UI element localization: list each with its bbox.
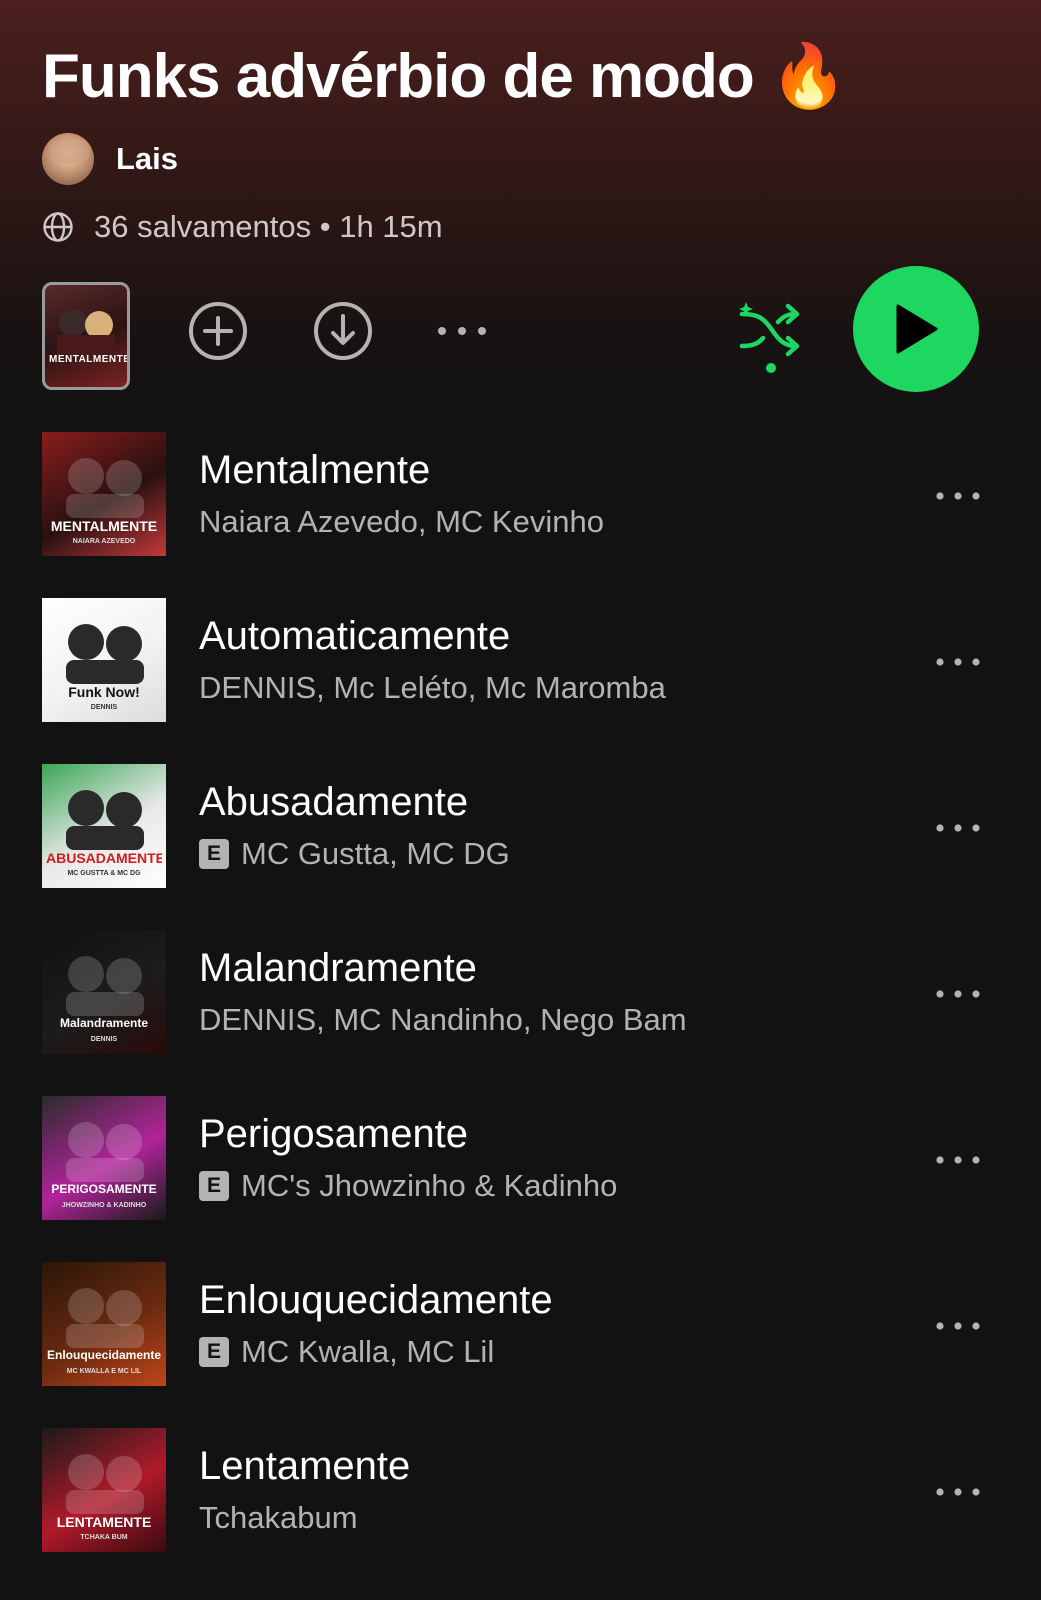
download-icon[interactable] [312, 300, 374, 362]
play-button[interactable] [853, 266, 979, 392]
track-title: Malandramente [199, 946, 477, 990]
track-more-icon[interactable] [930, 974, 986, 1014]
track-more-icon[interactable] [930, 1306, 986, 1346]
track-row[interactable]: LENTAMENTE TCHAKA BUM Lentamente Tchakabum [0, 1426, 1041, 1592]
fire-emoji-icon: 🔥 [770, 42, 847, 111]
track-title: Automaticamente [199, 614, 511, 658]
track-cover: MENTALMENTE NAIARA AZEVEDO [42, 432, 166, 556]
track-title: Abusadamente [199, 780, 469, 824]
preview-cover[interactable]: MENTALMENTE [42, 282, 130, 390]
track-cover-text: Malandramente [59, 1016, 149, 1030]
track-cover-text: PERIGOSAMENTE [51, 1182, 157, 1196]
preview-cover-text: MENTALMENTE [49, 354, 130, 365]
explicit-badge: E [199, 839, 229, 869]
track-cover: ABUSADAMENTE MC GUSTTA & MC DG [42, 764, 166, 888]
track-title: Enlouquecidamente [199, 1278, 553, 1322]
playlist-meta: 36 salvamentos • 1h 15m [42, 205, 443, 249]
playlist-title-text: Funks advérbio de modo [42, 42, 755, 111]
owner-row[interactable]: Lais [42, 132, 178, 186]
play-icon [896, 304, 938, 354]
track-title: Lentamente [199, 1444, 411, 1488]
track-artists: MC's Jhowzinho & Kadinho [241, 1168, 618, 1203]
track-row[interactable]: PERIGOSAMENTE JHOWZINHO & KADINHO Perigosa… [0, 1094, 1041, 1260]
track-cover: Malandramente DENNIS [42, 930, 166, 1054]
track-cover-subtext: NAIARA AZEVEDO [72, 538, 136, 545]
track-cover: Funk Now! DENNIS [42, 598, 166, 722]
track-more-icon[interactable] [930, 476, 986, 516]
avatar[interactable] [42, 133, 94, 185]
playlist-title: Funks advérbio de modo 🔥 [42, 40, 847, 113]
track-cover: Enlouquecidamente MC KWALLA E MC LIL [42, 1262, 166, 1386]
track-artists: Tchakabum [199, 1500, 358, 1535]
add-circle-icon[interactable] [187, 300, 249, 362]
preview-cover-art [57, 309, 115, 355]
action-bar: MENTALMENTE [0, 266, 1041, 400]
track-row[interactable]: MENTALMENTE NAIARA AZEVEDO Mentalmente Naia… [0, 430, 1041, 596]
playlist-meta-text: 36 salvamentos • 1h 15m [94, 209, 443, 244]
track-artists: DENNIS, Mc Leléto, Mc Maromba [199, 670, 666, 705]
explicit-badge: E [199, 1337, 229, 1367]
track-artists-row: DENNIS, MC Nandinho, Nego Bam [199, 1002, 687, 1038]
more-icon[interactable] [432, 300, 494, 362]
track-title: Mentalmente [199, 448, 431, 492]
track-artists: MC Gustta, MC DG [241, 836, 510, 871]
track-cover-text: Funk Now! [68, 684, 140, 700]
track-more-icon[interactable] [930, 808, 986, 848]
track-artists: DENNIS, MC Nandinho, Nego Bam [199, 1002, 687, 1037]
globe-icon [43, 212, 73, 242]
track-row[interactable]: Funk Now! DENNIS Automaticamente DENNIS, Mc… [0, 596, 1041, 762]
track-cover-subtext: JHOWZINHO & KADINHO [61, 1202, 147, 1209]
track-cover-subtext: MC GUSTTA & MC DG [67, 870, 141, 877]
track-artists: MC Kwalla, MC Lil [241, 1334, 495, 1369]
track-more-icon[interactable] [930, 642, 986, 682]
track-more-icon[interactable] [930, 1140, 986, 1180]
track-cover-subtext: TCHAKA BUM [80, 1534, 128, 1541]
track-row[interactable]: Malandramente DENNIS Malandramente DENNIS, … [0, 928, 1041, 1094]
track-row[interactable]: ABUSADAMENTE MC GUSTTA & MC DG Abusadament… [0, 762, 1041, 928]
track-row[interactable]: Enlouquecidamente MC KWALLA E MC LIL Enlou… [0, 1260, 1041, 1426]
shuffle-icon[interactable] [738, 298, 804, 374]
track-cover-subtext: DENNIS [90, 1036, 118, 1043]
track-artists-row: Naiara Azevedo, MC Kevinho [199, 504, 604, 540]
track-artists-row: E MC's Jhowzinho & Kadinho [199, 1168, 617, 1204]
playlist-page: Funks advérbio de modo 🔥 Lais 36 salvame… [0, 0, 1041, 1600]
track-artists-row: Tchakabum [199, 1500, 358, 1536]
track-artists-row: DENNIS, Mc Leléto, Mc Maromba [199, 670, 666, 706]
track-cover-subtext: MC KWALLA E MC LIL [66, 1368, 142, 1375]
track-cover: LENTAMENTE TCHAKA BUM [42, 1428, 166, 1552]
track-cover-subtext: DENNIS [90, 704, 118, 711]
track-cover-text: LENTAMENTE [56, 1514, 152, 1530]
track-artists-row: E MC Kwalla, MC Lil [199, 1334, 494, 1370]
track-cover-text: Enlouquecidamente [46, 1348, 162, 1362]
track-list: MENTALMENTE NAIARA AZEVEDO Mentalmente Naia… [0, 430, 1041, 1592]
track-artists-row: E MC Gustta, MC DG [199, 836, 510, 872]
owner-name[interactable]: Lais [116, 141, 178, 177]
track-cover: PERIGOSAMENTE JHOWZINHO & KADINHO [42, 1096, 166, 1220]
track-artists: Naiara Azevedo, MC Kevinho [199, 504, 604, 539]
track-cover-text: MENTALMENTE [50, 518, 158, 534]
track-cover-text: ABUSADAMENTE [46, 850, 162, 866]
explicit-badge: E [199, 1171, 229, 1201]
track-title: Perigosamente [199, 1112, 469, 1156]
track-more-icon[interactable] [930, 1472, 986, 1512]
